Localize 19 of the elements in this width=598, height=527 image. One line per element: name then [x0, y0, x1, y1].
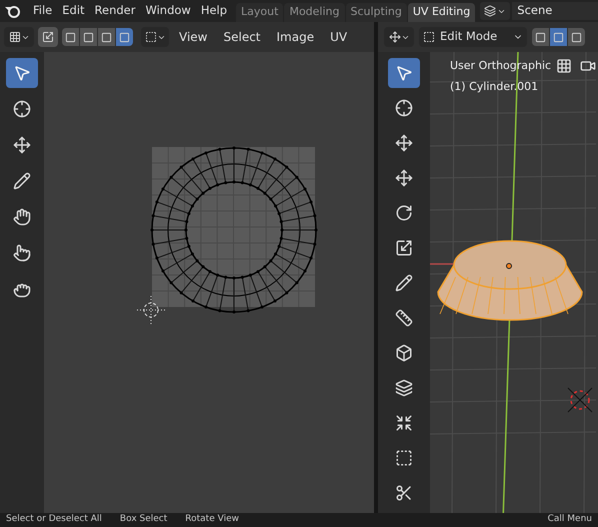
status-hint: Select or Deselect All	[6, 513, 102, 526]
header-menu[interactable]: Image	[270, 28, 320, 46]
workspace-tab[interactable]: Sculpting	[346, 3, 407, 22]
status-hint: Call Menu	[548, 513, 592, 526]
menu-item[interactable]: Help	[196, 2, 232, 20]
status-hint: Rotate View	[185, 513, 239, 526]
workspace-tab[interactable]: Layout	[236, 3, 284, 22]
header-menu[interactable]: View	[173, 28, 214, 46]
status-hint: Box Select	[120, 513, 168, 526]
menu-item[interactable]: Window	[140, 2, 196, 20]
header-menu[interactable]: Select	[217, 28, 267, 46]
mode-dropdown[interactable]: Edit Mode	[419, 27, 527, 47]
scene-field[interactable]: Scene	[512, 2, 598, 20]
menu-item[interactable]: Render	[90, 2, 140, 20]
header-menu[interactable]: UV	[324, 28, 354, 46]
workspace-tab[interactable]: Modeling	[284, 3, 344, 22]
menu-item[interactable]: File	[28, 2, 58, 20]
menu-item[interactable]: Edit	[57, 2, 90, 20]
workspace-tab[interactable]: UV Editing	[408, 3, 476, 22]
